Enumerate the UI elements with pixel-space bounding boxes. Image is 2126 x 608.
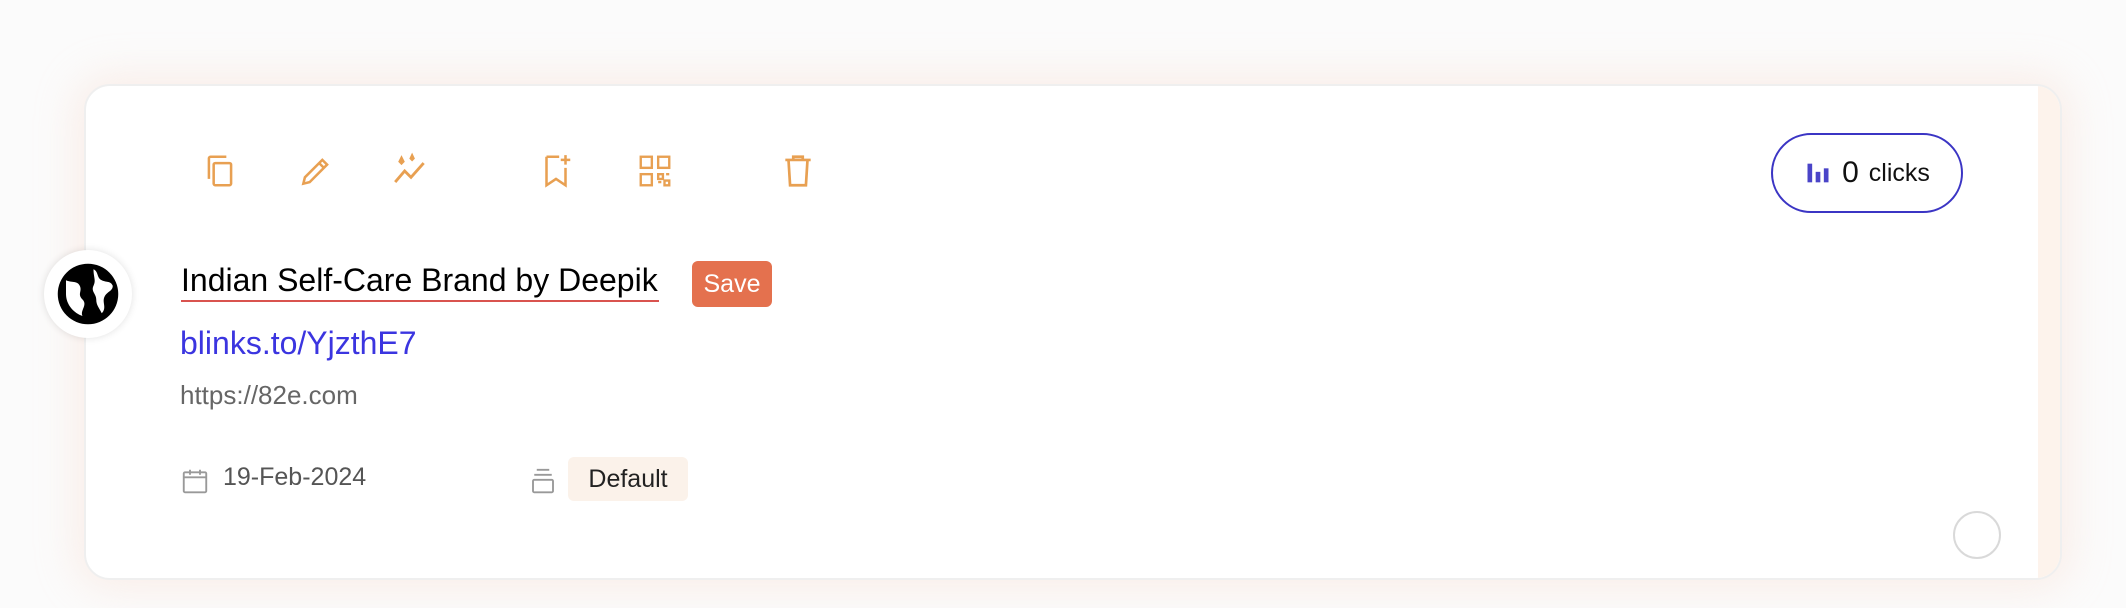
bar-chart-icon	[1807, 163, 1829, 183]
globe-icon	[57, 263, 119, 325]
link-title-input[interactable]	[181, 260, 659, 302]
select-checkbox[interactable]	[1953, 511, 2001, 559]
destination-url: https://82e.com	[180, 380, 358, 410]
created-date: 19-Feb-2024	[223, 463, 367, 491]
group-stack-icon	[532, 468, 554, 494]
favicon	[44, 250, 132, 338]
clicks-count: 0	[1842, 156, 1859, 189]
short-link[interactable]: blinks.to/YjzthE7	[180, 325, 417, 362]
clicks-label: clicks	[1868, 158, 1930, 187]
clicks-button[interactable]: 0 clicks	[1771, 133, 1963, 213]
qr-code-icon[interactable]	[634, 150, 676, 192]
calendar-icon	[182, 469, 208, 494]
delete-icon[interactable]	[777, 150, 819, 192]
group-tag[interactable]: Default	[568, 457, 688, 501]
bookmark-icon[interactable]	[535, 150, 577, 192]
analytics-icon[interactable]	[390, 150, 432, 192]
save-button[interactable]: Save	[692, 261, 772, 307]
copy-icon[interactable]	[199, 150, 241, 192]
card-edge-strip	[2038, 86, 2060, 578]
edit-icon[interactable]	[295, 150, 337, 192]
